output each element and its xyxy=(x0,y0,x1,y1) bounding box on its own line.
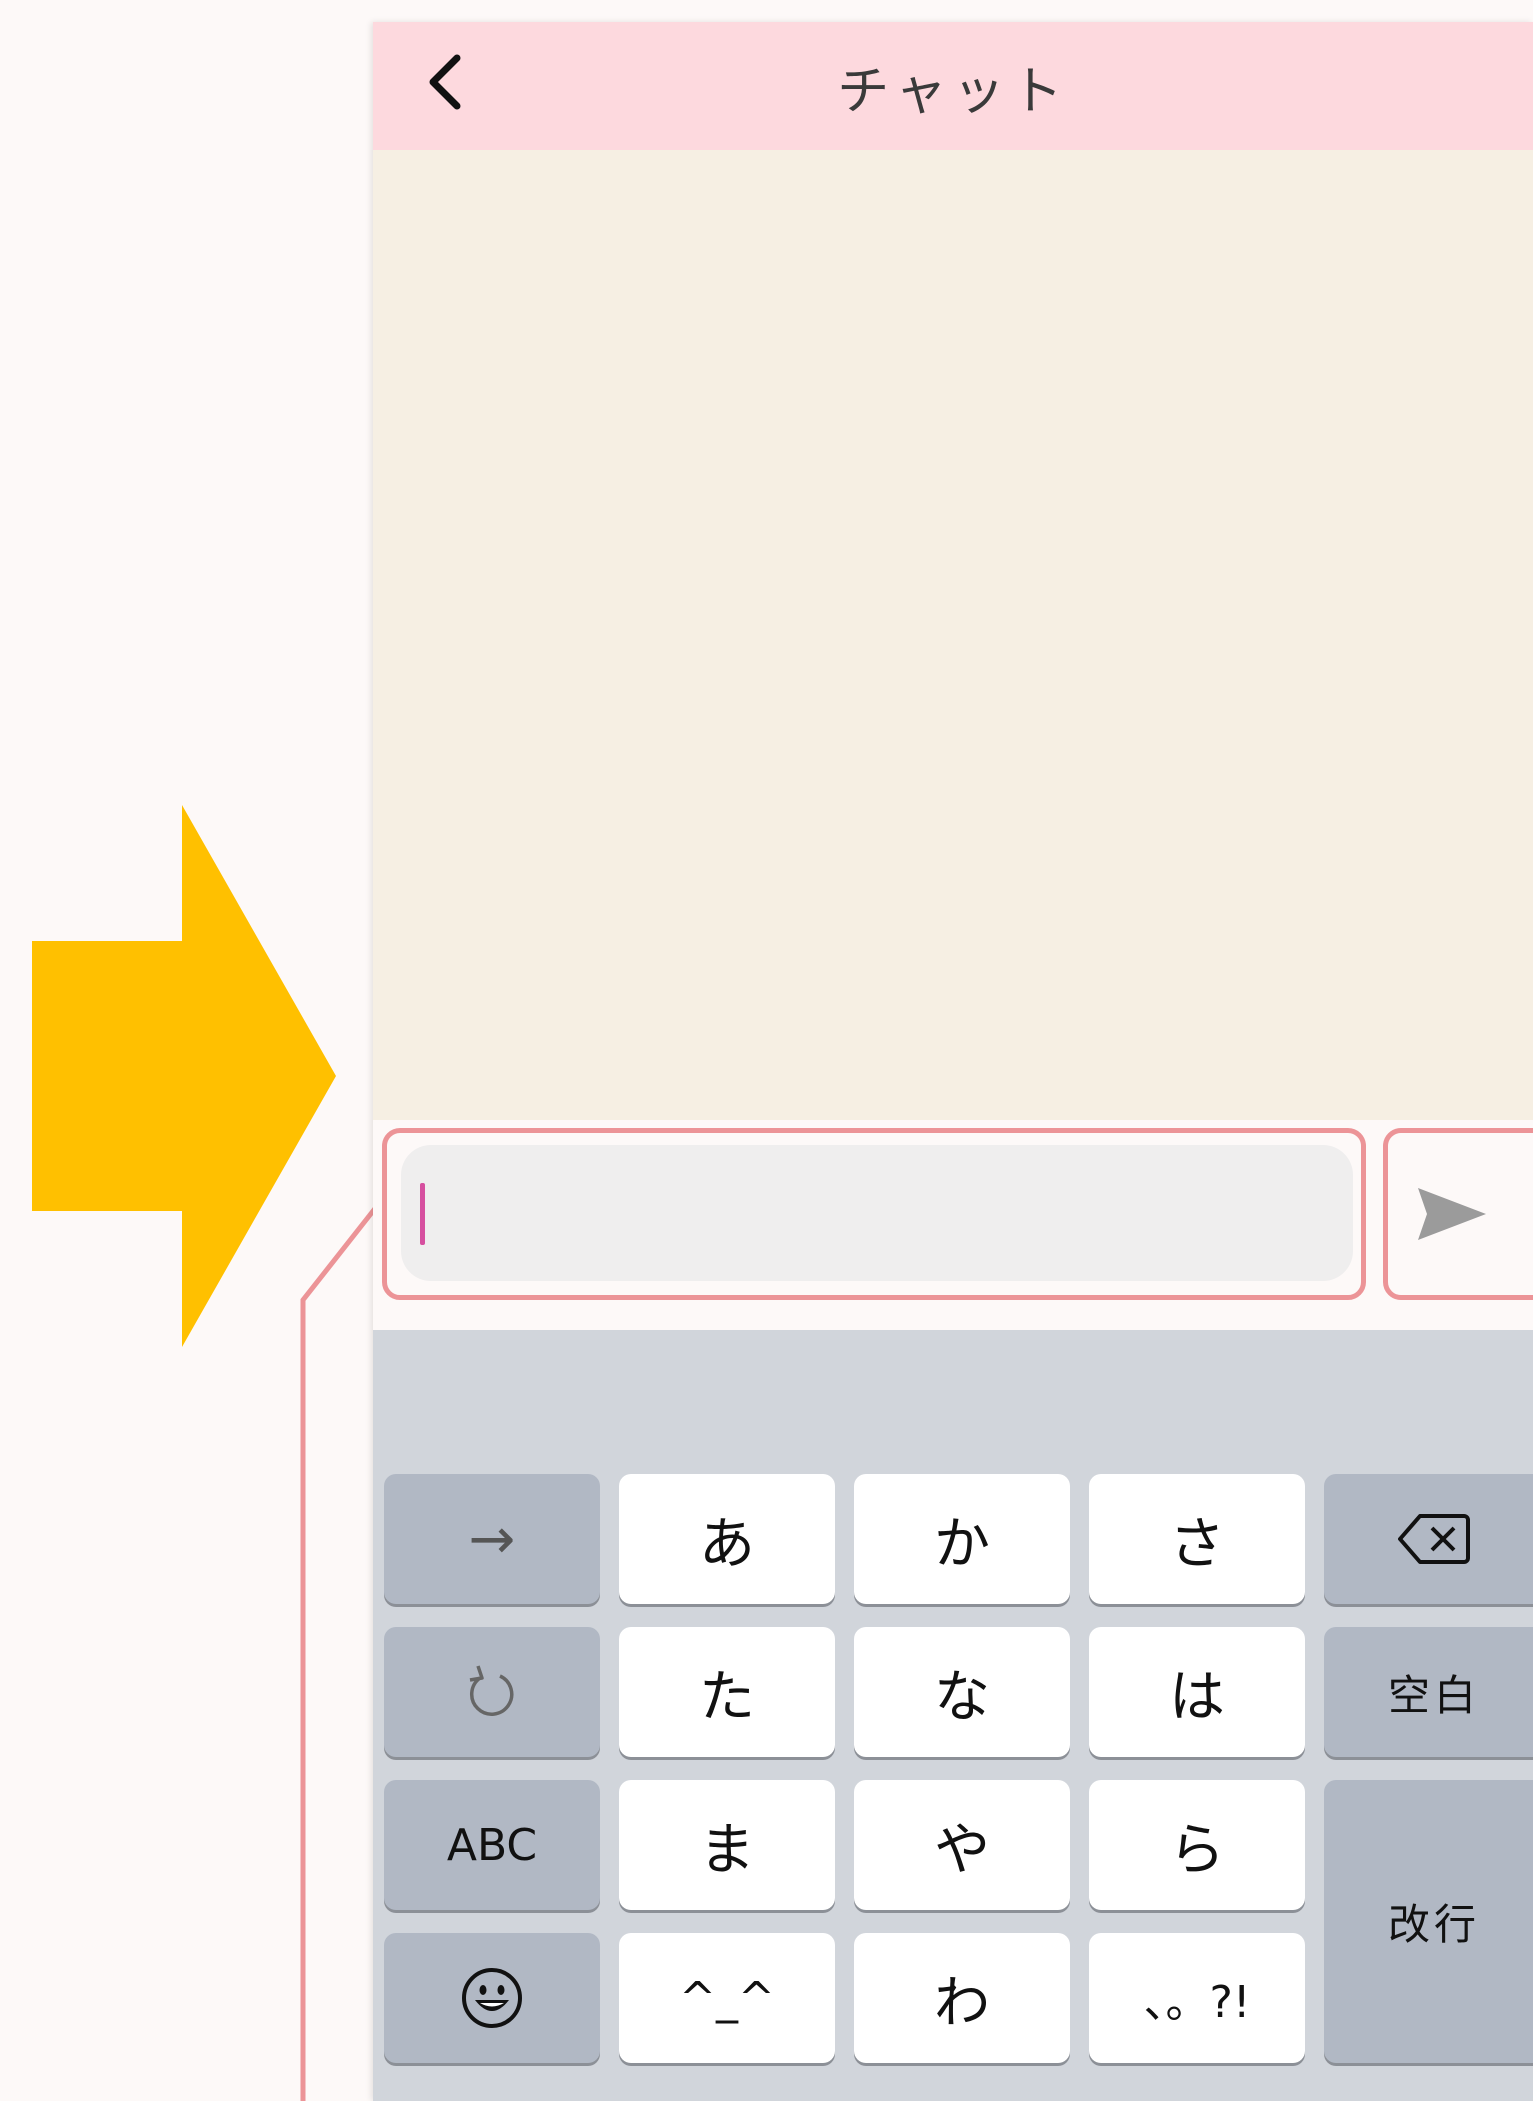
backspace-icon xyxy=(1398,1514,1470,1564)
key-ya[interactable]: や xyxy=(854,1780,1070,1910)
app-header: チャット xyxy=(373,22,1533,150)
key-na[interactable]: な xyxy=(854,1627,1070,1757)
key-ka[interactable]: か xyxy=(854,1474,1070,1604)
key-space[interactable]: 空白 xyxy=(1324,1627,1533,1757)
key-undo[interactable] xyxy=(384,1627,600,1757)
message-input-bar xyxy=(373,1120,1533,1332)
undo-icon xyxy=(469,1665,514,1716)
back-button[interactable] xyxy=(413,44,477,120)
phone-screen: チャット → あ か さ た な は 空白 ABC ま や ら 改行 ^_^ わ… xyxy=(373,22,1533,2101)
key-wa[interactable]: わ xyxy=(854,1933,1070,2063)
smiley-icon xyxy=(462,1968,522,2028)
key-sa[interactable]: さ xyxy=(1089,1474,1305,1604)
paper-plane-send-icon xyxy=(1418,1188,1486,1240)
key-label: 空白 xyxy=(1387,1670,1480,1720)
key-next-arrow[interactable]: → xyxy=(384,1474,600,1604)
key-ma[interactable]: ま xyxy=(619,1780,835,1910)
key-label: は xyxy=(1169,1664,1225,1730)
key-emoji[interactable] xyxy=(384,1933,600,2063)
key-abc[interactable]: ABC xyxy=(384,1780,600,1910)
send-button[interactable] xyxy=(1383,1128,1533,1300)
key-label: さ xyxy=(1169,1511,1225,1577)
key-label: か xyxy=(934,1511,990,1577)
key-label: ら xyxy=(1169,1817,1225,1883)
key-kaomoji[interactable]: ^_^ xyxy=(619,1933,835,2063)
key-label: あ xyxy=(699,1511,755,1577)
page-title: チャット xyxy=(837,61,1069,122)
key-return[interactable]: 改行 xyxy=(1324,1780,1533,2063)
chat-message-area xyxy=(373,150,1533,1120)
key-label: 改行 xyxy=(1387,1900,1480,1949)
key-delete[interactable] xyxy=(1324,1474,1533,1604)
key-label: ABC xyxy=(446,1819,538,1871)
key-ta[interactable]: た xyxy=(619,1627,835,1757)
right-arrow-icon: → xyxy=(468,1506,516,1572)
key-ra[interactable]: ら xyxy=(1089,1780,1305,1910)
key-label: ^_^ xyxy=(679,1972,775,2024)
japanese-keyboard: → あ か さ た な は 空白 ABC ま や ら 改行 ^_^ わ 、。?! xyxy=(373,1330,1533,2101)
key-ha[interactable]: は xyxy=(1089,1627,1305,1757)
key-label: た xyxy=(699,1664,755,1730)
key-a[interactable]: あ xyxy=(619,1474,835,1604)
key-label: わ xyxy=(934,1970,990,2036)
chevron-left-icon xyxy=(429,54,461,110)
key-label: や xyxy=(934,1817,990,1883)
message-input[interactable] xyxy=(401,1145,1353,1281)
key-label: な xyxy=(934,1664,990,1730)
key-label: ま xyxy=(699,1817,755,1883)
yellow-arrow-icon xyxy=(32,805,336,1347)
key-punctuation[interactable]: 、。?! xyxy=(1089,1933,1305,2063)
key-label: 、。?! xyxy=(1143,1977,1251,2028)
message-input-highlight xyxy=(382,1128,1366,1300)
text-cursor xyxy=(420,1183,425,1245)
